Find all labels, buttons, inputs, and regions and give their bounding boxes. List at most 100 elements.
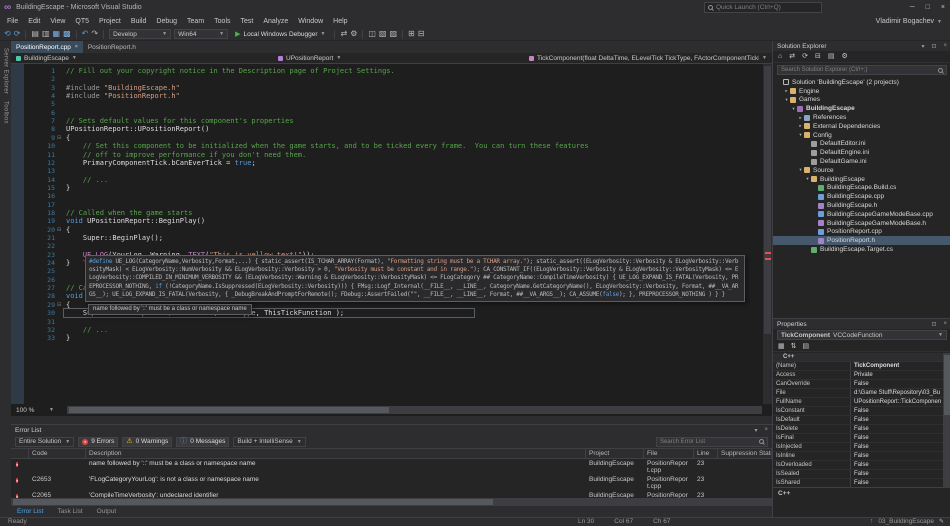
close-icon[interactable]: × [943, 43, 947, 50]
chevron-expanded-icon[interactable]: ▾ [783, 97, 790, 103]
property-row-isinjected[interactable]: IsInjected False [773, 443, 943, 452]
navigate-backward-icon[interactable]: ⟲ [4, 28, 11, 40]
messages-toggle-button[interactable]: ⓘ 0 Messages [176, 436, 230, 447]
collapse-icon[interactable]: ⊟ [418, 28, 425, 40]
column-header-code[interactable]: Code [29, 449, 86, 458]
properties-icon[interactable]: ⚙ [841, 51, 847, 62]
property-row-canoverride[interactable]: CanOverride False [773, 380, 943, 389]
scrollbar-thumb[interactable] [944, 355, 950, 415]
menu-edit[interactable]: Edit [23, 18, 45, 25]
bookmark-icon[interactable]: ⊞ [408, 28, 415, 40]
column-header-file[interactable]: File [644, 449, 694, 458]
editor-horizontal-scrollbar[interactable] [67, 406, 762, 414]
scrollbar-thumb[interactable] [13, 499, 493, 505]
fold-collapse-icon[interactable]: ⊟ [57, 301, 61, 309]
menu-project[interactable]: Project [94, 18, 126, 25]
solution-explorer-search-input[interactable]: Search Solution Explorer (Ctrl+;) [777, 65, 947, 75]
column-header-suppression-state[interactable]: Suppression State [718, 449, 772, 458]
menu-view[interactable]: View [45, 18, 70, 25]
uncomment-icon[interactable]: ▨ [389, 28, 397, 40]
close-icon[interactable]: × [943, 321, 947, 328]
column-header-icon[interactable] [11, 449, 29, 458]
switch-views-icon[interactable]: ⇄ [789, 51, 795, 62]
property-row-isconstant[interactable]: IsConstant False [773, 407, 943, 416]
tab-positionreport-h[interactable]: PositionReport.h [83, 41, 141, 53]
tree-item-defaulteditor-ini[interactable]: DefaultEditor.ini [773, 140, 950, 149]
scrollbar-thumb[interactable] [69, 407, 389, 413]
build-settings-icon[interactable]: ⚙ [350, 28, 357, 40]
property-row-file[interactable]: File d:\Game Stuff\Repository\03_Bu [773, 389, 943, 398]
error-row-2[interactable]: × C2653 'FLogCategoryYourLog': is not a cl… [11, 475, 772, 491]
column-header-line[interactable]: Line [694, 449, 718, 458]
close-button[interactable]: × [941, 4, 945, 11]
quick-launch-input[interactable]: Quick Launch (Ctrl+Q) [704, 2, 822, 13]
comment-icon[interactable]: ▧ [379, 28, 387, 40]
menu-team[interactable]: Team [182, 18, 209, 25]
menu-debug[interactable]: Debug [151, 18, 182, 25]
tree-item-buildingescape-cpp[interactable]: BuildingEscape.cpp [773, 192, 950, 201]
properties-scrollbar[interactable] [943, 353, 950, 488]
member-dropdown[interactable]: TickComponent(float DeltaTime, ELevelTic… [524, 53, 772, 64]
menu-qt5[interactable]: QT5 [70, 18, 94, 25]
tree-item-buildingescape[interactable]: ▾ BuildingEscape [773, 104, 950, 113]
menu-test[interactable]: Test [236, 18, 259, 25]
scope-filter-dropdown[interactable]: Entire Solution ▼ [15, 436, 75, 447]
fold-collapse-icon[interactable]: ⊟ [57, 134, 61, 142]
errors-toggle-button[interactable]: × 9 Errors [78, 436, 119, 447]
tree-item-engine[interactable]: ▸ Engine [773, 87, 950, 96]
refresh-icon[interactable]: ⟳ [802, 51, 808, 62]
property-row-fullname[interactable]: FullName UPositionReport::TickComponen [773, 398, 943, 407]
property-row-isoverloaded[interactable]: IsOverloaded False [773, 461, 943, 470]
property-row-isdefault[interactable]: IsDefault False [773, 416, 943, 425]
property-pages-icon[interactable]: ▤ [803, 341, 810, 352]
chevron-collapsed-icon[interactable]: ▸ [783, 88, 790, 94]
tree-item-source[interactable]: ▾ Source [773, 166, 950, 175]
alphabetical-icon[interactable]: ⇅ [791, 341, 797, 352]
tree-item-buildingescape[interactable]: ▾ BuildingEscape [773, 175, 950, 184]
zoom-dropdown[interactable]: 100 % ▼ [13, 405, 57, 415]
attach-to-process-icon[interactable]: ⇄ [340, 28, 347, 40]
menu-build[interactable]: Build [126, 18, 152, 25]
type-dropdown[interactable]: UPositionReport ▼ [273, 53, 523, 64]
tree-item-positionreport-h[interactable]: PositionReport.h [773, 236, 950, 246]
start-debugging-button[interactable]: ▶ Local Windows Debugger ▼ [231, 30, 329, 39]
tree-item-buildingescape-build-cs[interactable]: BuildingEscape.Build.cs [773, 184, 950, 193]
tree-item-buildingescapegamemodebase-cpp[interactable]: BuildingEscapeGameModeBase.cpp [773, 210, 950, 219]
tree-item-buildingescape-target-cs[interactable]: BuildingEscape.Target.cs [773, 245, 950, 254]
close-icon[interactable]: × [75, 44, 78, 50]
tree-item-buildingescape-h[interactable]: BuildingEscape.h [773, 201, 950, 210]
chevron-expanded-icon[interactable]: ▾ [797, 167, 804, 173]
user-account-button[interactable]: Vladimir Bogachev ▼ [876, 15, 942, 28]
tree-item-solution-buildingescape-2-projects[interactable]: Solution 'BuildingEscape' (2 projects) [773, 78, 950, 87]
new-project-icon[interactable]: ▤ [31, 28, 39, 40]
property-row-access[interactable]: Access Private [773, 371, 943, 380]
chevron-expanded-icon[interactable]: ▾ [790, 106, 797, 112]
menu-analyze[interactable]: Analyze [258, 18, 293, 25]
error-row-1[interactable]: × name followed by '::' must be a class o… [11, 459, 772, 475]
solution-configuration-dropdown[interactable]: Develop ▼ [109, 29, 172, 39]
property-row-isinline[interactable]: IsInline False [773, 452, 943, 461]
navigate-forward-icon[interactable]: ⟳ [14, 28, 21, 40]
tree-item-defaultengine-ini[interactable]: DefaultEngine.ini [773, 148, 950, 157]
error-list-search-input[interactable]: Search Error List [656, 436, 768, 447]
save-all-icon[interactable]: ▩ [63, 28, 71, 40]
side-tab-server-explorer[interactable]: Server Explorer [3, 48, 9, 94]
project-dropdown[interactable]: BuildingEscape ▼ [11, 53, 273, 64]
home-icon[interactable]: ⌂ [778, 51, 782, 62]
menu-window[interactable]: Window [293, 18, 328, 25]
tree-item-positionreport-cpp[interactable]: PositionReport.cpp [773, 228, 950, 237]
minimize-button[interactable]: ─ [910, 4, 915, 11]
collapse-all-icon[interactable]: ⊟ [815, 51, 821, 62]
warnings-toggle-button[interactable]: ⚠ 0 Warnings [122, 436, 173, 447]
panel-tab-output[interactable]: Output [91, 508, 123, 515]
open-file-icon[interactable]: ▥ [42, 28, 50, 40]
error-list-horizontal-scrollbar[interactable] [11, 498, 772, 506]
chevron-collapsed-icon[interactable]: ▸ [797, 115, 804, 121]
properties-object-dropdown[interactable]: TickComponent VCCodeFunction ▼ [777, 330, 947, 340]
editor-vertical-scrollbar[interactable] [763, 64, 772, 404]
column-header-description[interactable]: Description [86, 449, 586, 458]
scrollbar-thumb[interactable] [764, 66, 771, 334]
column-header-project[interactable]: Project [586, 449, 644, 458]
pin-icon[interactable]: ⊡ [931, 43, 936, 50]
property-row-isfinal[interactable]: IsFinal False [773, 434, 943, 443]
